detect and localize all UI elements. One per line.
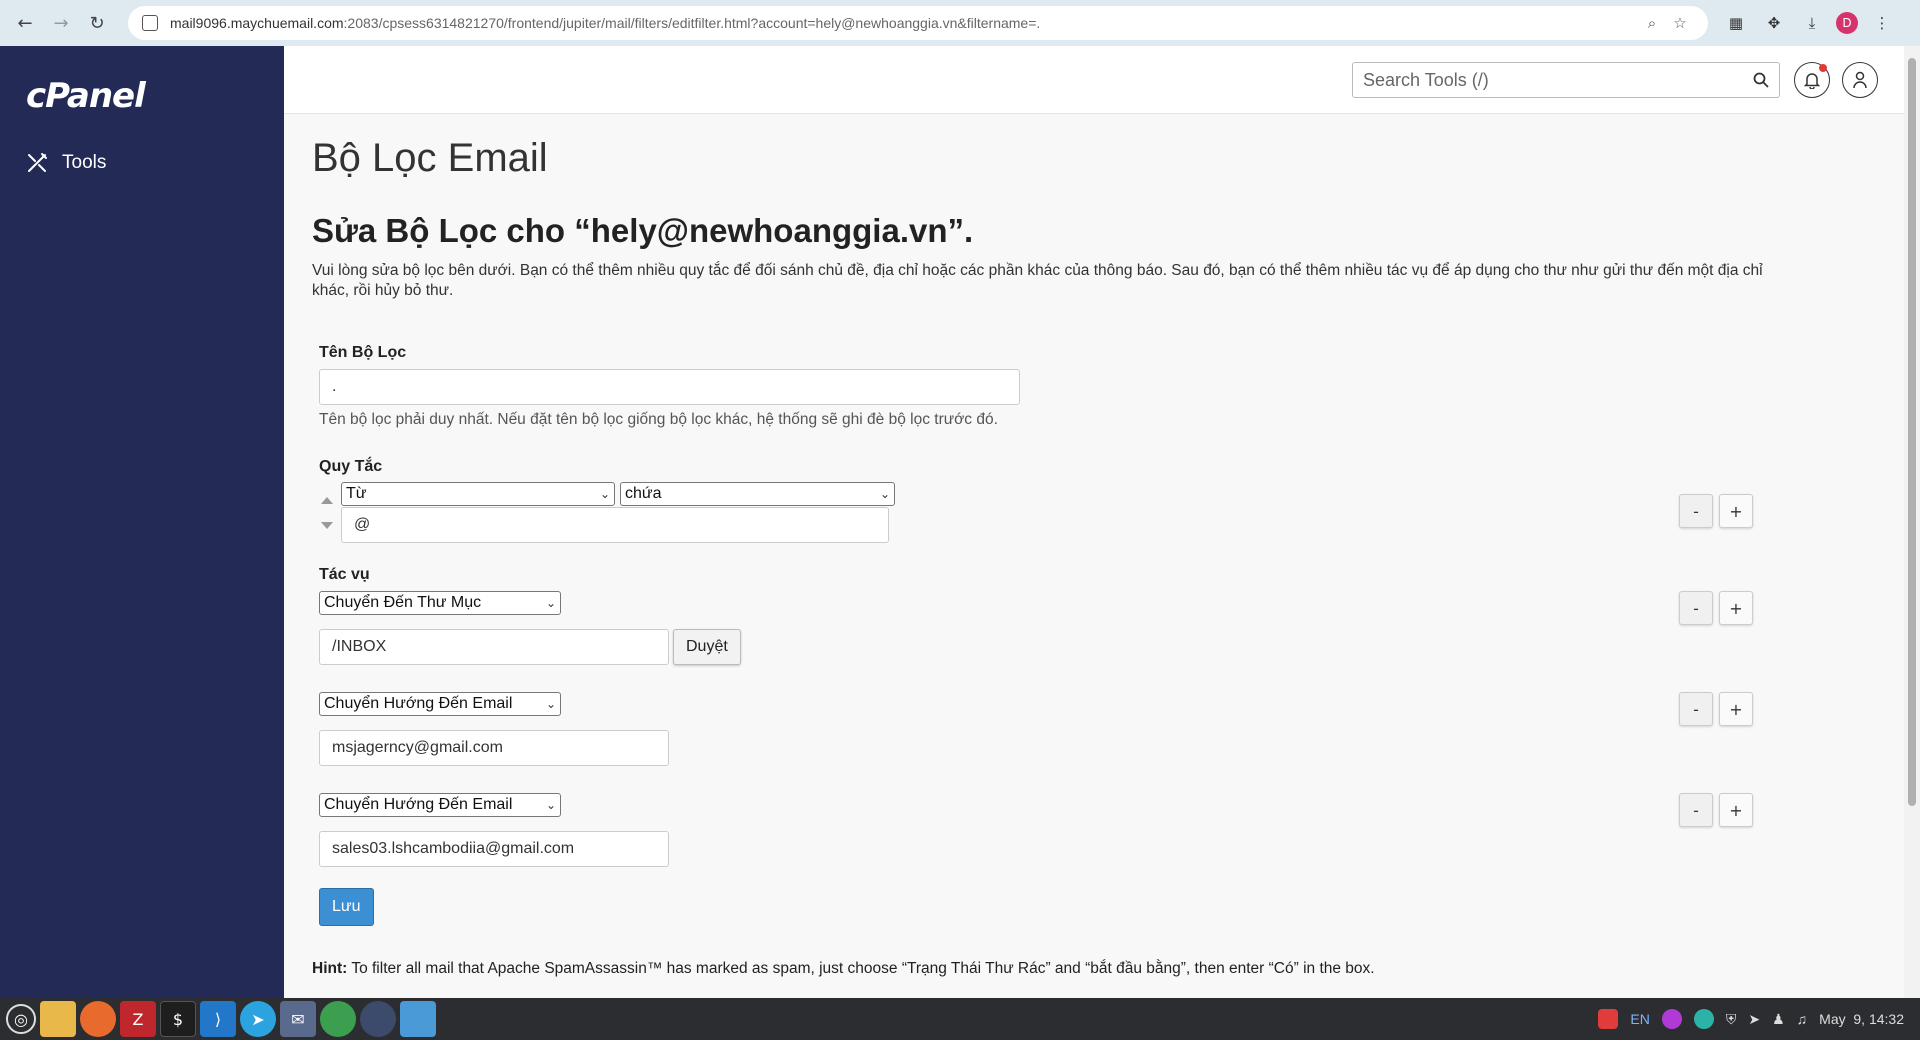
address-bar[interactable]: mail9096.maychuemail.com:2083/cpsess6314…: [128, 6, 1708, 40]
notification-dot: [1819, 64, 1827, 72]
browser-menu-icon[interactable]: ⋮: [1868, 9, 1896, 37]
page-title: Bộ Lọc Email: [312, 136, 548, 180]
remove-action-3-button[interactable]: -: [1679, 793, 1713, 827]
app-tray-icon[interactable]: [1661, 1009, 1682, 1029]
chevron-down-icon: ⌄: [545, 596, 556, 610]
rule-match-select[interactable]: chứa ⌄: [620, 482, 895, 506]
action-1-type-value: Chuyển Đến Thư Mục: [324, 594, 482, 611]
files-app-icon[interactable]: [40, 1001, 76, 1037]
chevron-down-icon: ⌄: [879, 487, 890, 501]
hint-body: To filter all mail that Apache SpamAssas…: [351, 960, 1375, 977]
action-3-email-input[interactable]: sales03.lshcambodiia@gmail.com: [319, 831, 669, 867]
remove-action-1-button[interactable]: -: [1679, 591, 1713, 625]
qr-extension-icon[interactable]: ▦: [1722, 9, 1750, 37]
bookmark-star-icon[interactable]: ☆: [1666, 14, 1694, 32]
tools-icon: [28, 153, 47, 172]
rule-value-input[interactable]: @: [341, 507, 889, 543]
filter-name-label: Tên Bộ Lọc: [319, 344, 407, 361]
reload-icon[interactable]: ↻: [82, 8, 112, 38]
browse-button[interactable]: Duyệt: [673, 629, 741, 665]
zoom-icon[interactable]: ⌕: [1638, 14, 1666, 32]
page-scrollbar[interactable]: [1904, 46, 1920, 998]
firefox-app-icon[interactable]: [80, 1001, 116, 1037]
os-taskbar: ◎ Z $ ⟩ ➤ ✉ EN ⛨ ➤ ♟ ♫ May 9, 14:32: [0, 998, 1920, 1040]
search-placeholder: Search Tools (/): [1363, 69, 1489, 90]
chrome-app-icon[interactable]: [320, 1001, 356, 1037]
remove-action-2-button[interactable]: -: [1679, 692, 1713, 726]
action-2-type-select[interactable]: Chuyển Hướng Đến Email ⌄: [319, 692, 561, 716]
mail-app-icon[interactable]: ✉: [280, 1001, 316, 1037]
download-icon[interactable]: ⤓: [1798, 9, 1826, 37]
filter-name-help: Tên bộ lọc phải duy nhất. Nếu đặt tên bộ…: [319, 411, 998, 428]
actions-label: Tác vụ: [319, 566, 370, 583]
vscode-app-icon[interactable]: ⟩: [200, 1001, 236, 1037]
telegram-tray-icon[interactable]: ➤: [1748, 1011, 1760, 1028]
scrollbar-thumb[interactable]: [1908, 58, 1916, 806]
chevron-down-icon: ⌄: [545, 798, 556, 812]
rule-part-value: Từ: [346, 485, 367, 502]
url-path: :2083/cpsess6314821270/frontend/jupiter/…: [343, 15, 1041, 31]
vpn-app-icon[interactable]: [360, 1001, 396, 1037]
browser-toolbar: ← → ↻ mail9096.maychuemail.com:2083/cpse…: [0, 0, 1920, 46]
rule-match-value: chứa: [625, 485, 662, 502]
xcloud-tray-icon[interactable]: [1693, 1009, 1714, 1029]
notification-tray-icon[interactable]: ♟: [1772, 1011, 1785, 1028]
hint-text: Hint: To filter all mail that Apache Spa…: [312, 960, 1375, 978]
add-action-1-button[interactable]: +: [1719, 591, 1753, 625]
sidebar-item-tools[interactable]: Tools: [26, 152, 106, 174]
rule-part-select[interactable]: Từ ⌄: [341, 482, 615, 506]
page-header: Search Tools (/): [284, 46, 1904, 114]
sidebar: cPanel Tools: [0, 46, 284, 998]
save-button[interactable]: Lưu: [319, 888, 374, 926]
back-icon[interactable]: ←: [10, 8, 40, 38]
move-rule-down-icon[interactable]: [321, 522, 333, 529]
chevron-down-icon: ⌄: [545, 697, 556, 711]
extensions-icon[interactable]: ✥: [1760, 9, 1788, 37]
terminal-app-icon[interactable]: $: [160, 1001, 196, 1037]
music-icon[interactable]: ♫: [1797, 1011, 1808, 1027]
filter-name-input[interactable]: .: [319, 369, 1020, 405]
main-content: Bộ Lọc Email Sửa Bộ Lọc cho “hely@newhoa…: [284, 114, 1904, 998]
remote-desktop-app-icon[interactable]: [400, 1001, 436, 1037]
cpanel-logo[interactable]: cPanel: [26, 76, 146, 116]
profile-avatar[interactable]: D: [1836, 12, 1858, 34]
sidebar-item-label: Tools: [62, 152, 107, 173]
notifications-button[interactable]: [1794, 62, 1830, 98]
system-tray: EN ⛨ ➤ ♟ ♫ May 9, 14:32: [1598, 1009, 1914, 1029]
action-2-type-value: Chuyển Hướng Đến Email: [324, 695, 513, 712]
clock[interactable]: May 9, 14:32: [1819, 1011, 1904, 1027]
user-menu-button[interactable]: [1842, 62, 1878, 98]
add-action-3-button[interactable]: +: [1719, 793, 1753, 827]
action-1-folder-input[interactable]: /INBOX: [319, 629, 669, 665]
start-menu-icon[interactable]: ◎: [6, 1004, 36, 1034]
edit-filter-heading: Sửa Bộ Lọc cho “hely@newhoanggia.vn”.: [312, 212, 974, 249]
hint-prefix: Hint:: [312, 960, 348, 977]
action-3-type-select[interactable]: Chuyển Hướng Đến Email ⌄: [319, 793, 561, 817]
rules-label: Quy Tắc: [319, 458, 383, 475]
action-1-type-select[interactable]: Chuyển Đến Thư Mục ⌄: [319, 591, 561, 615]
keyboard-language[interactable]: EN: [1630, 1011, 1649, 1027]
url-text[interactable]: mail9096.maychuemail.com:2083/cpsess6314…: [170, 15, 1638, 31]
remove-rule-button[interactable]: -: [1679, 494, 1713, 528]
move-rule-up-icon[interactable]: [321, 497, 333, 504]
bell-icon: [1804, 73, 1820, 89]
action-2-email-input[interactable]: msjagerncy@gmail.com: [319, 730, 669, 766]
chevron-down-icon: ⌄: [599, 487, 610, 501]
search-icon[interactable]: [1753, 72, 1769, 88]
user-icon: [1853, 71, 1867, 89]
search-tools-input[interactable]: Search Tools (/): [1352, 62, 1780, 98]
forward-icon[interactable]: →: [46, 8, 76, 38]
shield-icon[interactable]: ⛨: [1726, 1011, 1737, 1028]
page-description: Vui lòng sửa bộ lọc bên dưới. Bạn có thể…: [312, 262, 1763, 299]
anydesk-tray-icon[interactable]: [1598, 1009, 1619, 1029]
site-info-icon[interactable]: [142, 15, 158, 31]
action-3-type-value: Chuyển Hướng Đến Email: [324, 796, 513, 813]
add-action-2-button[interactable]: +: [1719, 692, 1753, 726]
telegram-app-icon[interactable]: ➤: [240, 1001, 276, 1037]
add-rule-button[interactable]: +: [1719, 494, 1753, 528]
filezilla-app-icon[interactable]: Z: [120, 1001, 156, 1037]
url-host: mail9096.maychuemail.com: [170, 15, 344, 31]
